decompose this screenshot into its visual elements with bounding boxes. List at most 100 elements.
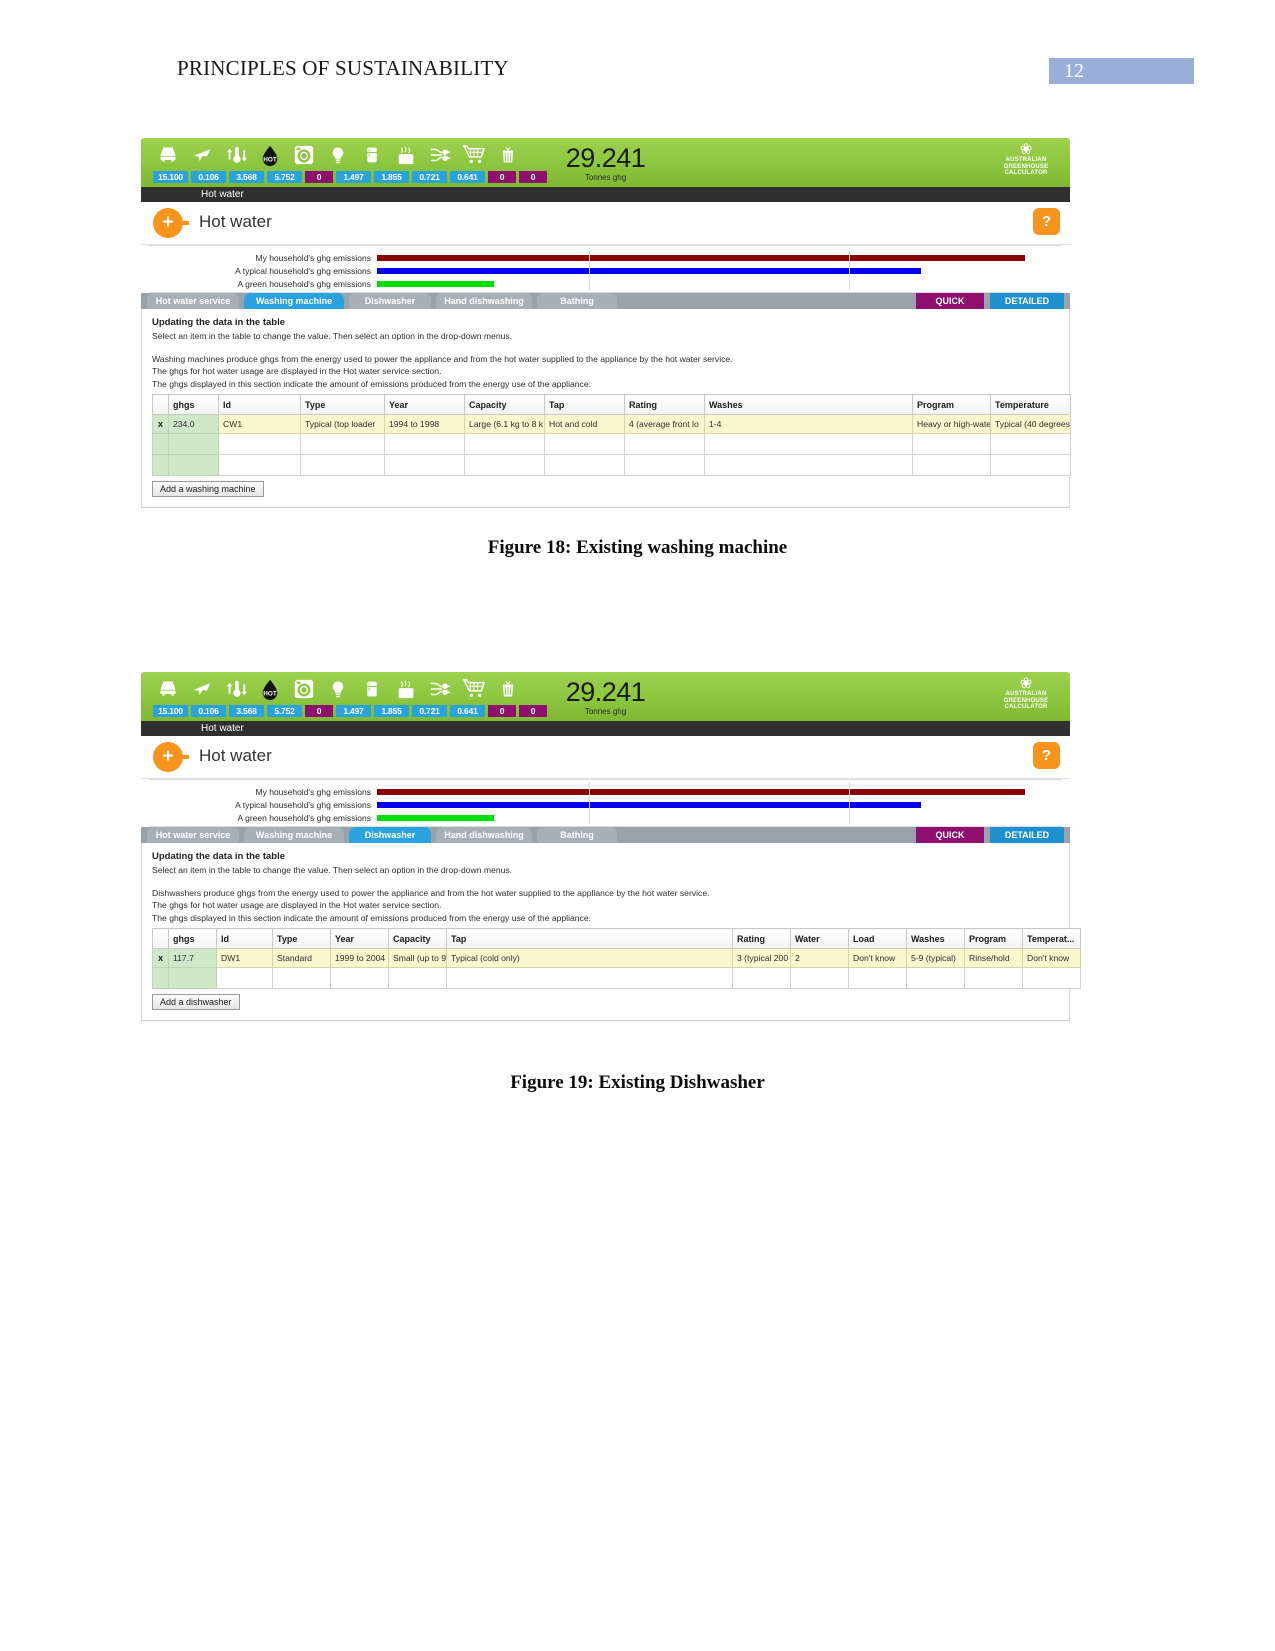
washing-machine-icon[interactable] <box>289 675 319 703</box>
tab-hand-dishwashing[interactable]: Hand dishwashing <box>436 293 532 309</box>
tab-dishwasher[interactable]: Dishwasher <box>349 293 431 309</box>
help-button-2[interactable]: ? <box>1033 742 1060 769</box>
add-dishwasher-button[interactable]: Add a dishwasher <box>152 994 240 1010</box>
light-bulb-icon[interactable] <box>323 141 353 169</box>
shopping-trolley-icon[interactable] <box>459 675 489 703</box>
tab-washing-machine[interactable]: Washing machine <box>244 827 344 843</box>
cooktop-icon[interactable] <box>391 141 421 169</box>
tab-hot-water-service[interactable]: Hot water service <box>147 827 239 843</box>
table-cell-empty[interactable] <box>990 433 1071 455</box>
table-cell-empty[interactable] <box>446 967 733 989</box>
table-cell[interactable]: 2 <box>790 948 849 968</box>
table-cell-empty[interactable] <box>848 967 907 989</box>
tab-detailed[interactable]: DETAILED <box>990 293 1064 309</box>
table-cell-empty[interactable] <box>388 967 447 989</box>
table-row-empty[interactable] <box>152 433 1071 455</box>
table-cell-empty[interactable] <box>464 433 545 455</box>
table-cell[interactable]: 234.0 <box>168 414 219 434</box>
hot-water-drop-icon[interactable]: HOT <box>255 141 285 169</box>
table-cell[interactable]: 3 (typical 200 <box>732 948 791 968</box>
table-row-empty[interactable] <box>152 454 1071 476</box>
table-cell-empty[interactable] <box>1022 967 1081 989</box>
table-cell[interactable]: Don't know <box>848 948 907 968</box>
table-cell-empty[interactable] <box>330 967 389 989</box>
table-cell[interactable]: Rinse/hold <box>964 948 1023 968</box>
table-cell-empty[interactable] <box>906 967 965 989</box>
car-icon[interactable] <box>153 675 183 703</box>
tab-quick[interactable]: QUICK <box>916 827 984 843</box>
shopping-trolley-icon[interactable] <box>459 141 489 169</box>
tab-bathing[interactable]: Bathing <box>537 293 617 309</box>
table-cell-empty[interactable] <box>704 433 913 455</box>
table-cell-empty[interactable] <box>218 454 301 476</box>
expand-plus-button-1[interactable]: + <box>153 208 183 238</box>
table-cell[interactable]: Typical (top loader <box>300 414 385 434</box>
waste-bin-icon[interactable] <box>493 141 523 169</box>
table-cell-empty[interactable] <box>300 454 385 476</box>
row-delete-button[interactable]: x <box>152 948 169 968</box>
table-cell[interactable]: Standard <box>272 948 331 968</box>
table-cell-empty[interactable] <box>544 433 625 455</box>
table-cell-empty[interactable] <box>964 967 1023 989</box>
fridge-icon[interactable] <box>357 675 387 703</box>
plane-icon[interactable] <box>187 141 217 169</box>
table-cell-empty[interactable] <box>544 454 625 476</box>
plane-icon[interactable] <box>187 675 217 703</box>
table-cell-empty[interactable] <box>216 967 273 989</box>
table-cell-empty[interactable] <box>790 967 849 989</box>
table-cell-empty[interactable] <box>912 454 991 476</box>
cooktop-icon[interactable] <box>391 675 421 703</box>
hot-water-drop-icon[interactable]: HOT <box>255 675 285 703</box>
tab-detailed[interactable]: DETAILED <box>990 827 1064 843</box>
table-cell-empty[interactable] <box>152 433 169 455</box>
table-cell[interactable]: Don't know <box>1022 948 1081 968</box>
table-cell[interactable]: Heavy or high-wate <box>912 414 991 434</box>
table-cell[interactable]: 1999 to 2004 <box>330 948 389 968</box>
table-cell-empty[interactable] <box>300 433 385 455</box>
table-cell[interactable]: Typical (40 degrees <box>990 414 1071 434</box>
table-cell[interactable]: Hot and cold <box>544 414 625 434</box>
dishwasher-table[interactable]: ghgs Id Type Year Capacity Tap Rating Water Load… <box>152 928 1081 989</box>
thermostat-icon[interactable] <box>221 141 251 169</box>
table-cell[interactable]: 1-4 <box>704 414 913 434</box>
table-cell[interactable]: Small (up to 9 <box>388 948 447 968</box>
table-cell-empty[interactable] <box>912 433 991 455</box>
table-cell[interactable]: 4 (average front lo <box>624 414 705 434</box>
table-cell-empty[interactable] <box>272 967 331 989</box>
tab-quick[interactable]: QUICK <box>916 293 984 309</box>
table-cell-empty[interactable] <box>990 454 1071 476</box>
table-cell[interactable]: DW1 <box>216 948 273 968</box>
appliances-plug-icon[interactable] <box>425 141 455 169</box>
washing-machine-table[interactable]: ghgs Id Type Year Capacity Tap Rating Washes Pro… <box>152 394 1071 476</box>
table-cell[interactable]: 117.7 <box>168 948 217 968</box>
table-cell-empty[interactable] <box>624 433 705 455</box>
table-cell-empty[interactable] <box>624 454 705 476</box>
tab-hand-dishwashing[interactable]: Hand dishwashing <box>436 827 532 843</box>
expand-plus-button-2[interactable]: + <box>153 742 183 772</box>
table-cell-empty[interactable] <box>384 433 465 455</box>
table-cell-empty[interactable] <box>168 967 217 989</box>
table-row[interactable]: x 234.0 CW1 Typical (top loader 1994 to 1998… <box>152 414 1071 434</box>
table-row[interactable]: x 117.7 DW1 Standard 1999 to 2004 Small (up t… <box>152 948 1081 968</box>
tab-washing-machine[interactable]: Washing machine <box>244 293 344 309</box>
thermostat-icon[interactable] <box>221 675 251 703</box>
table-cell-empty[interactable] <box>732 967 791 989</box>
appliances-plug-icon[interactable] <box>425 675 455 703</box>
table-row-empty[interactable] <box>152 967 1081 989</box>
table-cell-empty[interactable] <box>152 454 169 476</box>
table-cell[interactable]: CW1 <box>218 414 301 434</box>
waste-bin-icon[interactable] <box>493 675 523 703</box>
row-delete-button[interactable]: x <box>152 414 169 434</box>
tab-hot-water-service[interactable]: Hot water service <box>147 293 239 309</box>
table-cell-empty[interactable] <box>168 454 219 476</box>
table-cell-empty[interactable] <box>168 433 219 455</box>
table-cell[interactable]: Typical (cold only) <box>446 948 733 968</box>
fridge-icon[interactable] <box>357 141 387 169</box>
table-cell-empty[interactable] <box>384 454 465 476</box>
table-cell[interactable]: 1994 to 1998 <box>384 414 465 434</box>
table-cell[interactable]: Large (6.1 kg to 8 k <box>464 414 545 434</box>
help-button-1[interactable]: ? <box>1033 208 1060 235</box>
tab-dishwasher[interactable]: Dishwasher <box>349 827 431 843</box>
table-cell[interactable]: 5-9 (typical) <box>906 948 965 968</box>
tab-bathing[interactable]: Bathing <box>537 827 617 843</box>
